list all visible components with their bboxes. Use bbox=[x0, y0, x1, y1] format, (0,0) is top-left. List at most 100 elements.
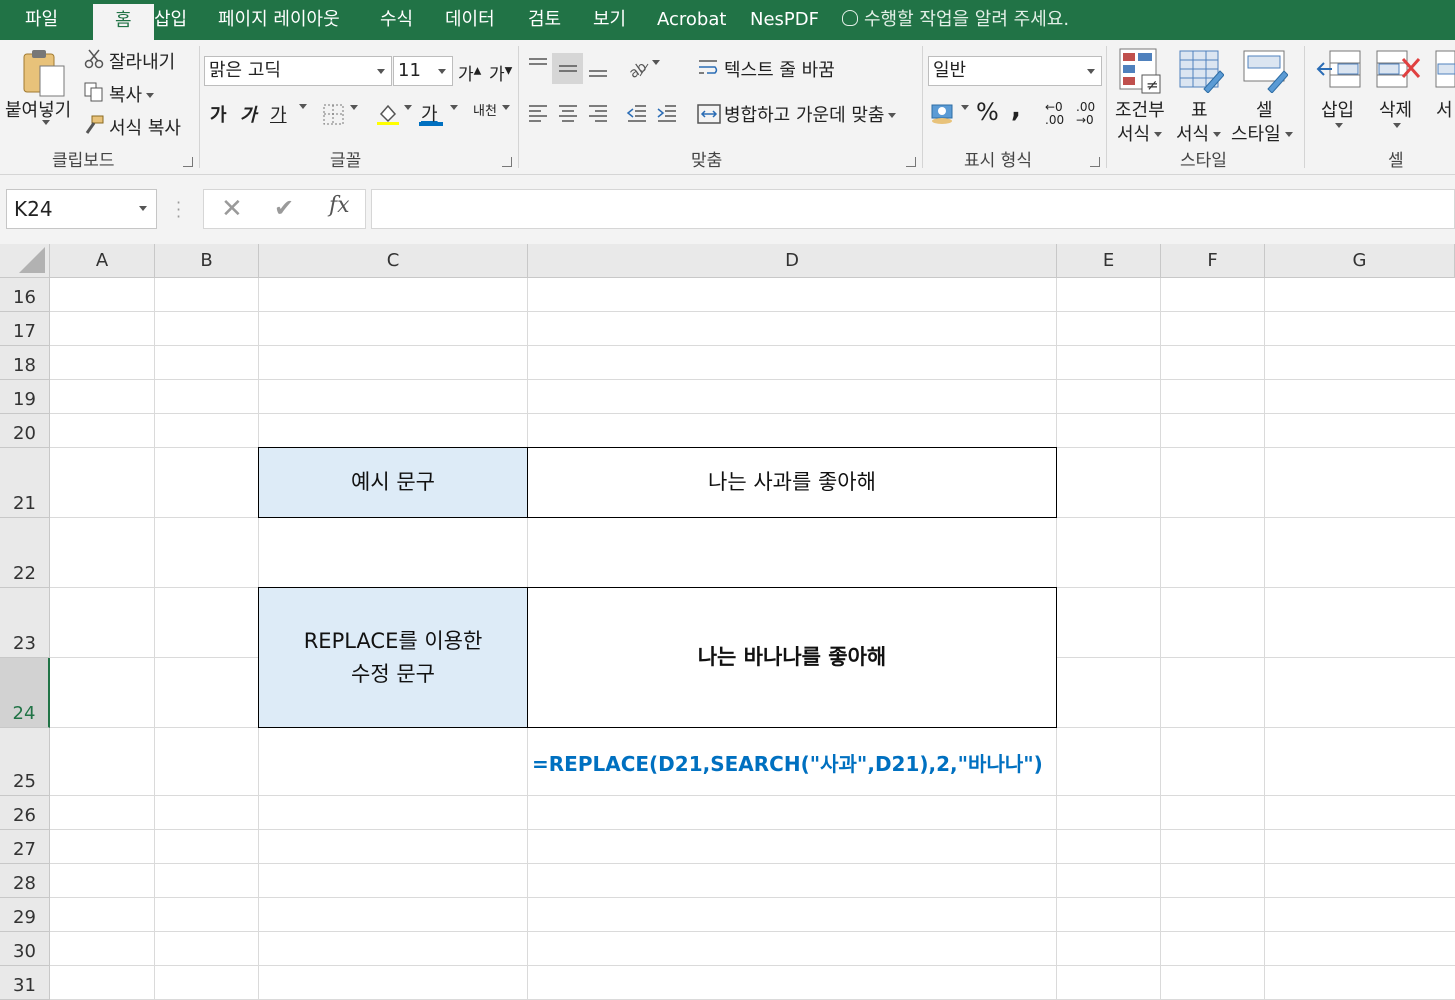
column-header-f[interactable]: F bbox=[1161, 244, 1265, 278]
row-header-19[interactable]: 19 bbox=[0, 380, 50, 414]
conditional-formatting-button[interactable]: 서식 bbox=[1117, 120, 1163, 146]
font-size-combo[interactable]: 11 bbox=[393, 56, 453, 86]
align-right-icon[interactable] bbox=[587, 103, 609, 129]
italic-button[interactable]: 가 bbox=[240, 101, 257, 127]
select-all-button[interactable] bbox=[0, 244, 50, 278]
tab-page-layout[interactable]: 페이지 레이아웃 bbox=[218, 0, 340, 40]
cell-styles-button[interactable]: 스타일 bbox=[1231, 120, 1293, 146]
phonetic-button[interactable]: 내천 bbox=[473, 100, 497, 119]
comma-style-button[interactable]: , bbox=[1011, 94, 1021, 124]
insert-cells-dropdown[interactable] bbox=[1331, 120, 1343, 134]
wrap-text-button[interactable]: 텍스트 줄 바꿈 bbox=[724, 56, 835, 82]
delete-cells-dropdown[interactable] bbox=[1389, 120, 1401, 134]
decrease-indent-icon[interactable] bbox=[626, 103, 648, 129]
tab-nespdf[interactable]: NesPDF bbox=[750, 0, 819, 40]
increase-indent-icon[interactable] bbox=[656, 103, 678, 129]
copy-button[interactable]: 복사 bbox=[109, 81, 155, 107]
font-color-dropdown[interactable] bbox=[446, 102, 458, 116]
formula-bar-grip[interactable]: · · · bbox=[176, 195, 181, 225]
percent-style-button[interactable]: % bbox=[976, 98, 999, 126]
row-header-18[interactable]: 18 bbox=[0, 346, 50, 380]
underline-dropdown[interactable] bbox=[295, 101, 307, 115]
cut-button[interactable]: 잘라내기 bbox=[109, 48, 175, 74]
decrease-decimal-button[interactable]: .00 →0 bbox=[1076, 101, 1100, 127]
cancel-icon[interactable]: ✕ bbox=[221, 194, 243, 224]
cell-c21[interactable]: 예시 문구 bbox=[258, 447, 528, 518]
format-as-table-button[interactable]: 서식 bbox=[1176, 120, 1222, 146]
fill-color-dropdown[interactable] bbox=[400, 102, 412, 116]
orientation-icon[interactable]: ab bbox=[626, 56, 650, 84]
row-header-28[interactable]: 28 bbox=[0, 864, 50, 898]
format-as-table-label-1[interactable]: 표 bbox=[1191, 96, 1208, 122]
accounting-format-icon[interactable] bbox=[930, 101, 960, 129]
borders-dropdown[interactable] bbox=[346, 102, 358, 116]
row-header-25[interactable]: 25 bbox=[0, 728, 50, 796]
cell-d23-merged[interactable]: 나는 바나나를 좋아해 bbox=[527, 587, 1057, 728]
tab-home[interactable]: 홈 bbox=[93, 4, 154, 40]
fill-color-icon[interactable] bbox=[376, 102, 400, 130]
number-launcher-icon[interactable] bbox=[1090, 157, 1100, 167]
column-header-b[interactable]: B bbox=[155, 244, 259, 278]
row-header-20[interactable]: 20 bbox=[0, 414, 50, 448]
tab-insert[interactable]: 삽입 bbox=[154, 0, 187, 40]
align-top-icon[interactable] bbox=[527, 56, 549, 82]
column-header-e[interactable]: E bbox=[1057, 244, 1161, 278]
underline-button[interactable]: 가 bbox=[270, 101, 287, 127]
format-painter-button[interactable]: 서식 복사 bbox=[109, 114, 181, 140]
name-box[interactable]: K24 bbox=[6, 189, 157, 229]
borders-icon[interactable] bbox=[323, 104, 345, 130]
tab-data[interactable]: 데이터 bbox=[445, 0, 495, 40]
tab-file[interactable]: 파일 bbox=[25, 0, 58, 40]
row-header-22[interactable]: 22 bbox=[0, 518, 50, 588]
tab-view[interactable]: 보기 bbox=[593, 0, 626, 40]
conditional-formatting-label-1[interactable]: 조건부 bbox=[1115, 96, 1165, 122]
cell-d25-formula-text[interactable]: =REPLACE(D21,SEARCH("사과",D21),2,"바나나") bbox=[532, 748, 1043, 777]
number-format-combo[interactable]: 일반 bbox=[928, 56, 1102, 86]
row-header-30[interactable]: 30 bbox=[0, 932, 50, 966]
formula-input[interactable] bbox=[371, 189, 1455, 229]
cell-c23-merged[interactable]: REPLACE를 이용한 수정 문구 bbox=[258, 587, 528, 728]
paste-icon[interactable] bbox=[22, 48, 66, 98]
column-header-a[interactable]: A bbox=[50, 244, 155, 278]
row-header-16[interactable]: 16 bbox=[0, 278, 50, 312]
accounting-dropdown[interactable] bbox=[957, 102, 969, 116]
alignment-launcher-icon[interactable] bbox=[906, 157, 916, 167]
row-header-21[interactable]: 21 bbox=[0, 448, 50, 518]
phonetic-dropdown[interactable] bbox=[498, 102, 510, 116]
row-header-26[interactable]: 26 bbox=[0, 796, 50, 830]
insert-cells-label[interactable]: 삽입 bbox=[1321, 96, 1354, 122]
orientation-dropdown[interactable] bbox=[648, 57, 660, 71]
align-middle-icon[interactable] bbox=[557, 58, 579, 84]
row-header-29[interactable]: 29 bbox=[0, 898, 50, 932]
column-header-d[interactable]: D bbox=[528, 244, 1057, 278]
row-header-24[interactable]: 24 bbox=[0, 658, 50, 728]
insert-function-button[interactable]: fx bbox=[329, 193, 350, 218]
row-header-23[interactable]: 23 bbox=[0, 588, 50, 658]
row-header-31[interactable]: 31 bbox=[0, 966, 50, 1000]
paste-dropdown[interactable] bbox=[38, 120, 50, 131]
font-launcher-icon[interactable] bbox=[502, 157, 512, 167]
grow-font-button[interactable]: 가▲ bbox=[458, 60, 481, 85]
increase-decimal-button[interactable]: ←0 .00 bbox=[1045, 101, 1069, 127]
cell-styles-label-1[interactable]: 셀 bbox=[1256, 96, 1273, 122]
font-name-combo[interactable]: 맑은 고딕 bbox=[204, 56, 392, 86]
shrink-font-button[interactable]: 가▼ bbox=[489, 60, 512, 85]
column-header-g[interactable]: G bbox=[1265, 244, 1455, 278]
align-center-icon[interactable] bbox=[557, 103, 579, 129]
row-header-27[interactable]: 27 bbox=[0, 830, 50, 864]
tab-review[interactable]: 검토 bbox=[528, 0, 561, 40]
clipboard-launcher-icon[interactable] bbox=[183, 157, 193, 167]
delete-cells-label[interactable]: 삭제 bbox=[1379, 96, 1412, 122]
row-header-17[interactable]: 17 bbox=[0, 312, 50, 346]
bold-button[interactable]: 가 bbox=[210, 101, 227, 127]
paste-button[interactable]: 붙여넣기 bbox=[5, 96, 71, 122]
align-bottom-icon[interactable] bbox=[587, 58, 609, 84]
align-left-icon[interactable] bbox=[527, 103, 549, 129]
merge-center-button[interactable]: 병합하고 가운데 맞춤 bbox=[724, 101, 897, 127]
tab-formulas[interactable]: 수식 bbox=[380, 0, 413, 40]
column-header-c[interactable]: C bbox=[259, 244, 528, 278]
format-cells-label[interactable]: 서 bbox=[1436, 96, 1453, 122]
tell-me-search[interactable]: 수행할 작업을 알려 주세요. bbox=[842, 0, 1069, 40]
enter-icon[interactable]: ✔ bbox=[274, 194, 294, 222]
tab-acrobat[interactable]: Acrobat bbox=[657, 0, 726, 40]
